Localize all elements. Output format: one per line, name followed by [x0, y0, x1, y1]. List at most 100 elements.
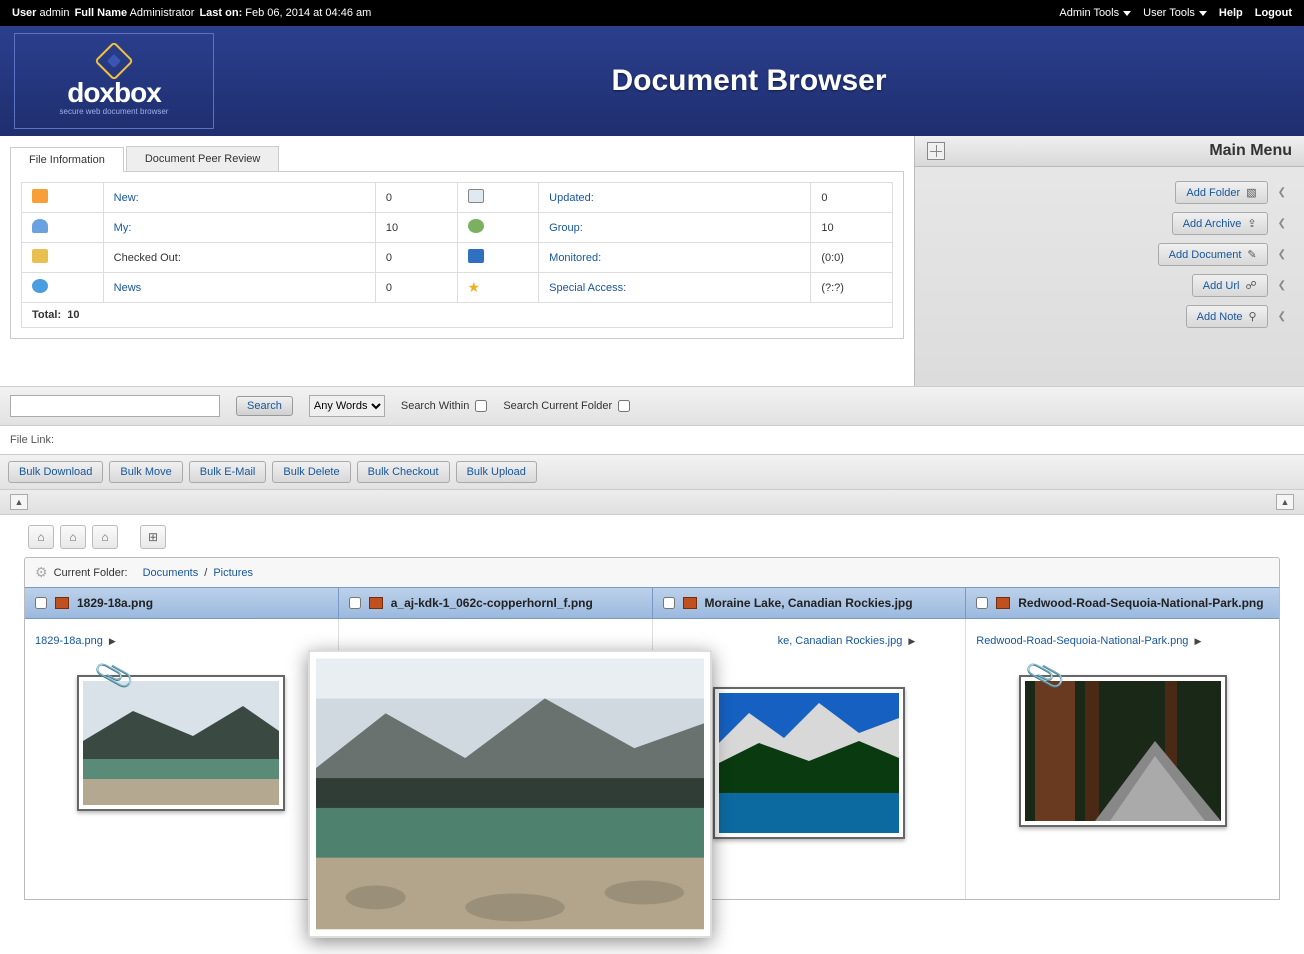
tree-view-button[interactable]: ⊞: [140, 525, 166, 549]
admin-tools-menu[interactable]: Admin Tools: [1059, 7, 1131, 19]
file-link[interactable]: 1829-18a.png▶: [35, 635, 116, 647]
tab-document-peer-review[interactable]: Document Peer Review: [126, 146, 280, 171]
file-select-checkbox[interactable]: [976, 597, 988, 609]
expand-icon[interactable]: ❮: [1278, 187, 1286, 198]
logo: doxbox secure web document browser: [14, 33, 214, 129]
collapse-left-button[interactable]: ▲: [10, 494, 28, 510]
link-icon: ☍: [1245, 279, 1256, 292]
add-document-button[interactable]: Add Document✎: [1158, 243, 1268, 266]
breadcrumb: ⚙ Current Folder: Documents / Pictures: [25, 558, 1279, 587]
chevron-right-icon: ▶: [1194, 636, 1201, 647]
new-icon: [32, 189, 48, 203]
image-file-icon: [55, 597, 69, 609]
file-link-label: File Link:: [0, 426, 1304, 454]
logout-link[interactable]: Logout: [1255, 7, 1292, 19]
lock-icon: [32, 249, 48, 263]
updated-icon: [468, 189, 484, 203]
file-title: Redwood-Road-Sequoia-National-Park.png: [1018, 596, 1263, 610]
updated-link[interactable]: Updated:: [549, 192, 594, 204]
home-alt-button[interactable]: ⌂: [60, 525, 86, 549]
top-bar: User admin Full Name Administrator Last …: [0, 0, 1304, 26]
bulk-upload-button[interactable]: Bulk Upload: [456, 461, 537, 483]
pencil-icon: ✎: [1247, 248, 1256, 261]
group-count: 10: [811, 213, 893, 243]
file-info-table: New: 0 Updated: 0 My: 10 Group: 10: [21, 182, 893, 328]
file-link[interactable]: Redwood-Road-Sequoia-National-Park.png▶: [976, 635, 1201, 647]
search-within-toggle[interactable]: Search Within: [401, 400, 487, 412]
image-file-icon: [683, 597, 697, 609]
my-count: 10: [375, 213, 457, 243]
expand-icon[interactable]: ❮: [1278, 249, 1286, 260]
search-bar: Search Any Words Search Within Search Cu…: [0, 386, 1304, 426]
search-input[interactable]: [10, 395, 220, 417]
info-tabs: File Information Document Peer Review: [10, 146, 904, 172]
checkedout-label: Checked Out:: [103, 243, 375, 273]
app-header: doxbox secure web document browser Docum…: [0, 26, 1304, 136]
chevron-right-icon: ▶: [908, 636, 915, 647]
collapse-right-button[interactable]: ▲: [1276, 494, 1294, 510]
special-access-link[interactable]: Special Access:: [549, 282, 626, 294]
expand-icon[interactable]: ❮: [1278, 218, 1286, 229]
add-note-button[interactable]: Add Note⚲: [1186, 305, 1268, 328]
new-count: 0: [375, 183, 457, 213]
monitored-count: (0:0): [811, 243, 893, 273]
chevron-right-icon: ▶: [109, 636, 116, 647]
breadcrumb-pictures-link[interactable]: Pictures: [213, 567, 253, 579]
file-select-checkbox[interactable]: [35, 597, 47, 609]
user-icon: [32, 219, 48, 233]
pin-icon: ⚲: [1249, 310, 1257, 323]
search-current-folder-toggle[interactable]: Search Current Folder: [503, 400, 630, 412]
my-link[interactable]: My:: [114, 222, 132, 234]
bulk-toolbar: Bulk Download Bulk Move Bulk E-Mail Bulk…: [0, 454, 1304, 490]
user-tools-menu[interactable]: User Tools: [1143, 7, 1207, 19]
thumbnail[interactable]: [713, 687, 905, 839]
expand-icon[interactable]: ❮: [1278, 280, 1286, 291]
breadcrumb-documents-link[interactable]: Documents: [143, 567, 199, 579]
group-link[interactable]: Group:: [549, 222, 583, 234]
session-info: User admin Full Name Administrator Last …: [12, 7, 373, 19]
home-alt2-button[interactable]: ⌂: [92, 525, 118, 549]
page-title: Document Browser: [214, 64, 1284, 98]
file-select-checkbox[interactable]: [663, 597, 675, 609]
help-link[interactable]: Help: [1219, 7, 1243, 19]
bulk-download-button[interactable]: Bulk Download: [8, 461, 103, 483]
bulk-move-button[interactable]: Bulk Move: [109, 461, 182, 483]
news-link[interactable]: News: [114, 282, 142, 294]
new-link[interactable]: New:: [114, 192, 139, 204]
star-icon: ★: [468, 279, 481, 295]
file-select-checkbox[interactable]: [349, 597, 361, 609]
search-mode-select[interactable]: Any Words: [309, 395, 385, 417]
updated-count: 0: [811, 183, 893, 213]
add-url-button[interactable]: Add Url☍: [1192, 274, 1268, 297]
search-button[interactable]: Search: [236, 396, 293, 416]
special-access-count: (?:?): [811, 273, 893, 303]
thumbnail[interactable]: [77, 675, 285, 811]
file-link[interactable]: ke, Canadian Rockies.jpg▶: [778, 635, 916, 647]
add-folder-button[interactable]: Add Folder▧: [1175, 181, 1267, 204]
image-file-icon: [369, 597, 383, 609]
thumbnail-preview-popup: [308, 650, 712, 938]
chevron-down-icon: [1199, 11, 1207, 16]
expand-icon[interactable]: ❮: [1278, 311, 1286, 322]
logo-icon: [94, 41, 134, 81]
grid-icon[interactable]: [927, 142, 945, 160]
tab-file-information[interactable]: File Information: [10, 147, 124, 172]
file-title: a_aj-kdk-1_062c-copperhornl_f.png: [391, 596, 593, 610]
folder-plus-icon: ▧: [1246, 186, 1256, 199]
file-title: 1829-18a.png: [77, 596, 153, 610]
news-count: 0: [375, 273, 457, 303]
bulk-delete-button[interactable]: Bulk Delete: [272, 461, 350, 483]
image-file-icon: [996, 597, 1010, 609]
monitor-icon: [468, 249, 484, 263]
bulk-checkout-button[interactable]: Bulk Checkout: [357, 461, 450, 483]
file-title: Moraine Lake, Canadian Rockies.jpg: [705, 596, 913, 610]
main-menu-header: Main Menu: [915, 136, 1304, 167]
add-archive-button[interactable]: Add Archive⇪: [1172, 212, 1268, 235]
bulk-email-button[interactable]: Bulk E-Mail: [189, 461, 267, 483]
file-header-row: 1829-18a.png a_aj-kdk-1_062c-copperhornl…: [25, 587, 1279, 619]
gear-icon[interactable]: ⚙: [35, 564, 48, 581]
folder-nav-toolbar: ⌂ ⌂ ⌂ ⊞: [0, 515, 1304, 553]
home-button[interactable]: ⌂: [28, 525, 54, 549]
thumbnail[interactable]: [1019, 675, 1227, 827]
monitored-link[interactable]: Monitored:: [549, 252, 601, 264]
